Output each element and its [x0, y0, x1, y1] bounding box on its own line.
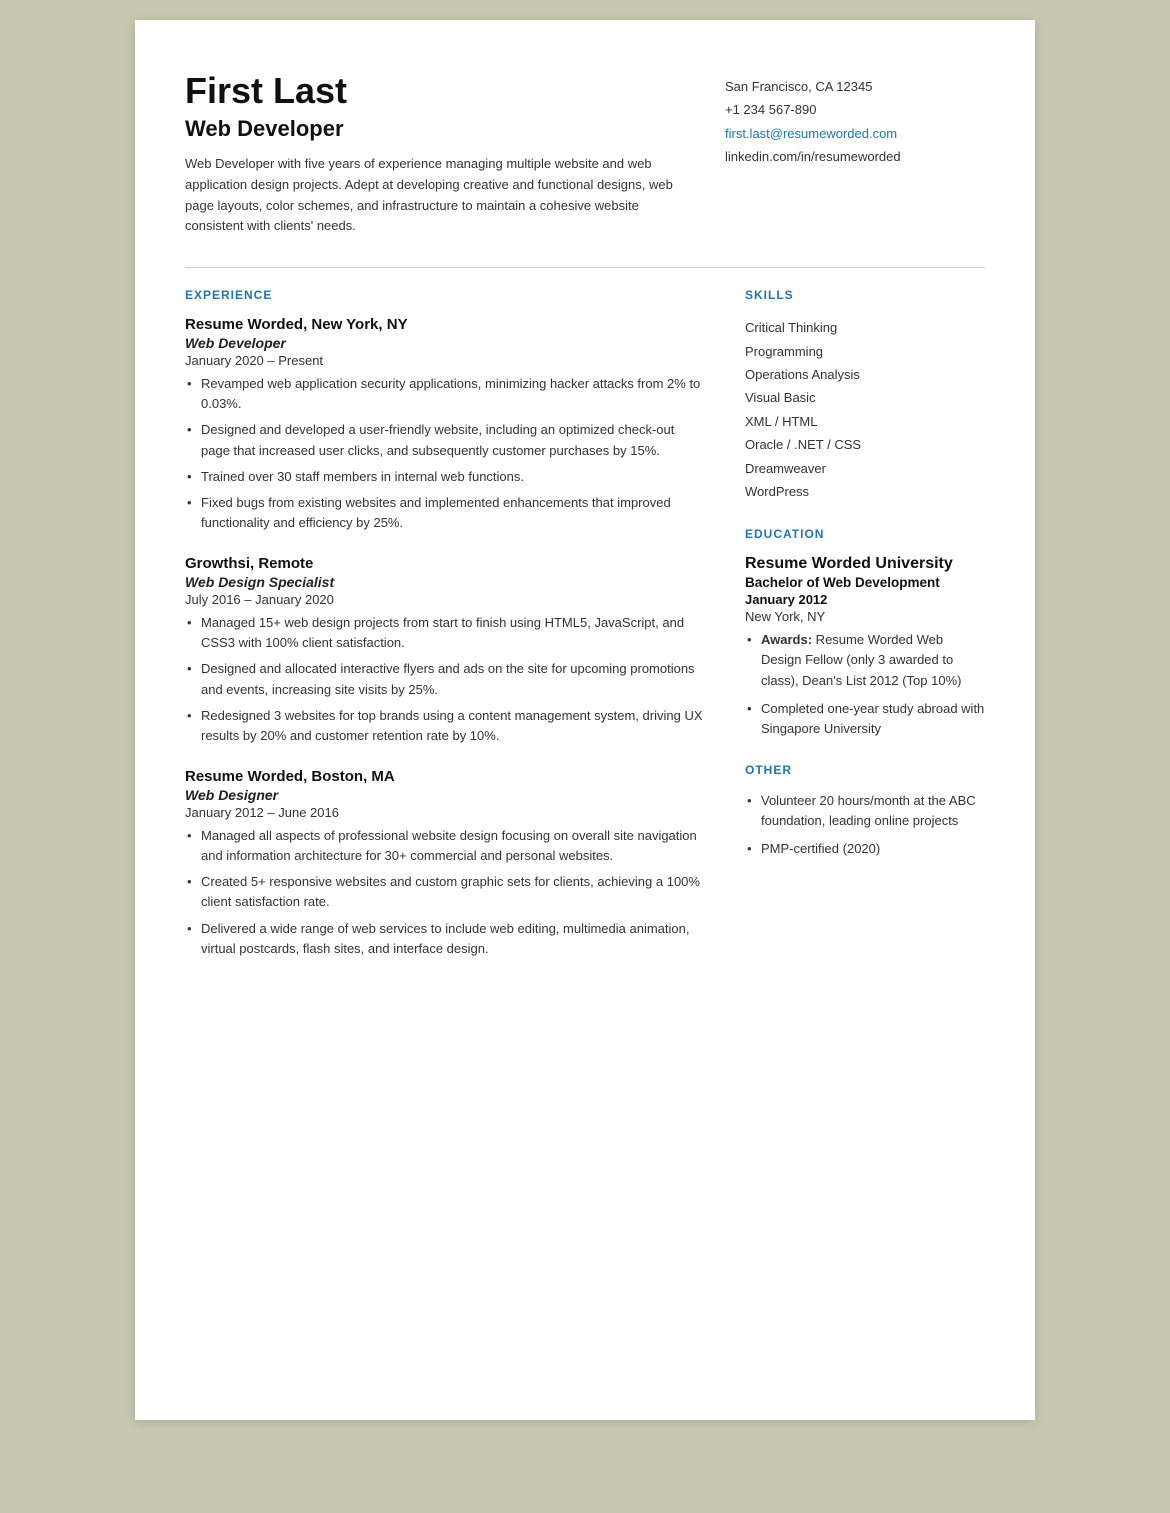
job-dates: January 2012 – June 2016: [185, 805, 705, 820]
skill-item: Oracle / .NET / CSS: [745, 433, 985, 456]
edu-date: January 2012: [745, 592, 985, 607]
contact-email[interactable]: first.last@resumeworded.com: [725, 122, 985, 145]
job-dates: January 2020 – Present: [185, 353, 705, 368]
skill-item: Critical Thinking: [745, 316, 985, 339]
edu-bullets: Awards: Resume Worded Web Design Fellow …: [745, 630, 985, 739]
job-bullets: Managed all aspects of professional webs…: [185, 826, 705, 959]
job-title: Web Developer: [185, 335, 705, 351]
contact-phone: +1 234 567-890: [725, 98, 985, 121]
skill-item: WordPress: [745, 480, 985, 503]
skill-item: Visual Basic: [745, 386, 985, 409]
header-left: First Last Web Developer Web Developer w…: [185, 70, 725, 237]
job-bullets: Revamped web application security applic…: [185, 374, 705, 533]
bullet-item: Delivered a wide range of web services t…: [185, 919, 705, 959]
candidate-title: Web Developer: [185, 116, 685, 142]
edu-degree: Bachelor of Web Development: [745, 575, 985, 590]
bullet-item: Managed all aspects of professional webs…: [185, 826, 705, 866]
skills-heading: SKILLS: [745, 288, 985, 302]
job-dates: July 2016 – January 2020: [185, 592, 705, 607]
bullet-item: Managed 15+ web design projects from sta…: [185, 613, 705, 653]
other-item: Volunteer 20 hours/month at the ABC foun…: [745, 791, 985, 831]
company-line: Resume Worded, Boston, MA: [185, 768, 705, 785]
experience-heading: EXPERIENCE: [185, 288, 705, 302]
edu-location: New York, NY: [745, 609, 985, 624]
header-right: San Francisco, CA 12345 +1 234 567-890 f…: [725, 70, 985, 237]
skill-item: Operations Analysis: [745, 363, 985, 386]
contact-linkedin: linkedin.com/in/resumeworded: [725, 145, 985, 168]
company-name: Growthsi: [185, 555, 250, 572]
company-name: Resume Worded: [185, 316, 303, 333]
resume-body: EXPERIENCE Resume Worded, New York, NY We…: [185, 288, 985, 981]
edu-bullet-item: Awards: Resume Worded Web Design Fellow …: [745, 630, 985, 690]
skill-item: XML / HTML: [745, 410, 985, 433]
header-divider: [185, 267, 985, 268]
company-line: Growthsi, Remote: [185, 555, 705, 572]
left-column: EXPERIENCE Resume Worded, New York, NY We…: [185, 288, 705, 981]
job-title: Web Designer: [185, 787, 705, 803]
job-bullets: Managed 15+ web design projects from sta…: [185, 613, 705, 746]
bullet-item: Trained over 30 staff members in interna…: [185, 467, 705, 487]
company-line: Resume Worded, New York, NY: [185, 316, 705, 333]
job-title: Web Design Specialist: [185, 574, 705, 590]
resume-header: First Last Web Developer Web Developer w…: [185, 70, 985, 237]
job-block: Growthsi, Remote Web Design Specialist Jul…: [185, 555, 705, 746]
company-name: Resume Worded: [185, 768, 303, 785]
bullet-item: Revamped web application security applic…: [185, 374, 705, 414]
skill-item: Programming: [745, 340, 985, 363]
bullet-item: Created 5+ responsive websites and custo…: [185, 872, 705, 912]
edu-bullet-item: Completed one-year study abroad with Sin…: [745, 699, 985, 739]
other-heading: OTHER: [745, 763, 985, 777]
skill-item: Dreamweaver: [745, 457, 985, 480]
other-list: Volunteer 20 hours/month at the ABC foun…: [745, 791, 985, 859]
job-block: Resume Worded, Boston, MA Web Designer Jan…: [185, 768, 705, 959]
job-block: Resume Worded, New York, NY Web Developer…: [185, 316, 705, 533]
candidate-summary: Web Developer with five years of experie…: [185, 154, 685, 237]
other-item: PMP-certified (2020): [745, 839, 985, 859]
contact-info: San Francisco, CA 12345 +1 234 567-890 f…: [725, 75, 985, 169]
edu-school: Resume Worded University: [745, 555, 985, 573]
education-heading: EDUCATION: [745, 527, 985, 541]
bullet-item: Designed and developed a user-friendly w…: [185, 420, 705, 460]
right-column: SKILLS Critical ThinkingProgrammingOpera…: [745, 288, 985, 981]
education-block: Resume Worded University Bachelor of Web …: [745, 555, 985, 739]
experience-section: Resume Worded, New York, NY Web Developer…: [185, 316, 705, 959]
candidate-name: First Last: [185, 70, 685, 112]
edu-bullet-bold: Awards:: [761, 632, 812, 647]
bullet-item: Redesigned 3 websites for top brands usi…: [185, 706, 705, 746]
skills-list: Critical ThinkingProgrammingOperations A…: [745, 316, 985, 503]
bullet-item: Fixed bugs from existing websites and im…: [185, 493, 705, 533]
contact-location: San Francisco, CA 12345: [725, 75, 985, 98]
bullet-item: Designed and allocated interactive flyer…: [185, 659, 705, 699]
resume-page: First Last Web Developer Web Developer w…: [135, 20, 1035, 1420]
